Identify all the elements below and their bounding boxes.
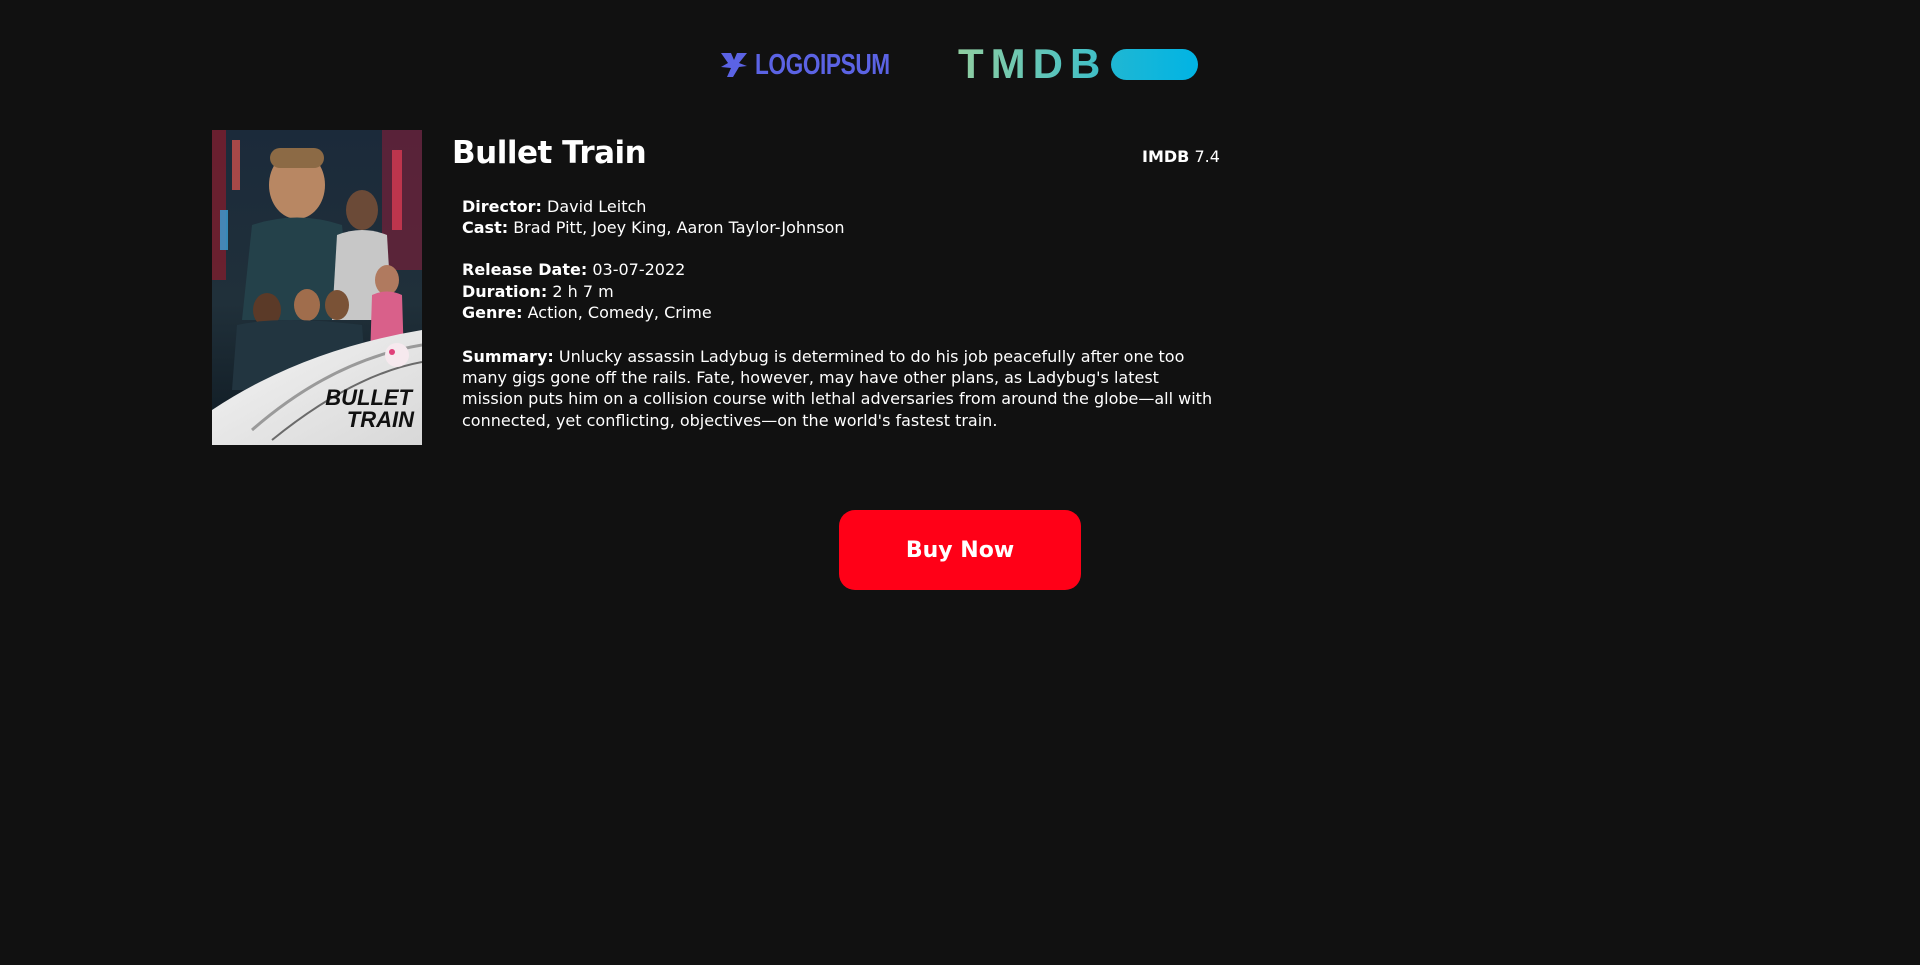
genre-row: Genre: Action, Comedy, Crime [462,302,1222,323]
release-date-row: Release Date: 03-07-2022 [462,259,1222,280]
genre-label: Genre: [462,302,523,322]
imdb-rating: IMDB 7.4 [1142,147,1220,166]
movie-card: BULLET TRAIN Bullet Train IMDB 7.4 Direc… [212,130,1220,446]
tmdb-wordmark: TMDB [958,40,1108,87]
summary-value: Unlucky assassin Ladybug is determined t… [462,347,1213,430]
movie-poster: BULLET TRAIN [212,130,422,445]
movie-title: Bullet Train [452,135,647,171]
movie-details: Director: David Leitch Cast: Brad Pitt, … [462,196,1222,431]
tmdb-logo[interactable]: TMDB [958,40,1199,87]
duration-row: Duration: 2 h 7 m [462,281,1222,302]
release-date-value: 03-07-2022 [592,260,686,280]
genre-value: Action, Comedy, Crime [527,302,712,322]
logoipsum-mark-icon [719,50,749,80]
summary-label: Summary: [462,347,554,367]
imdb-rating-value: 7.4 [1194,147,1220,166]
poster-title-line-2: TRAIN [347,407,415,432]
cast-value: Brad Pitt, Joey King, Aaron Taylor-Johns… [513,218,845,238]
cast-label: Cast: [462,218,509,238]
logoipsum-logo[interactable]: LOGOIPSUM [719,48,928,82]
director-value: David Leitch [547,197,647,216]
summary-row: Summary: Unlucky assassin Ladybug is det… [462,346,1222,431]
logoipsum-wordmark: LOGOIPSUM [755,48,890,81]
tmdb-pill-icon [1111,48,1199,80]
duration-label: Duration: [462,281,548,301]
release-date-label: Release Date: [462,260,588,280]
cast-row: Cast: Brad Pitt, Joey King, Aaron Taylor… [462,217,1222,238]
director-row: Director: David Leitch [462,196,1222,217]
director-label: Director: [462,197,542,216]
buy-now-button[interactable]: Buy Now [839,510,1081,590]
duration-value: 2 h 7 m [552,281,614,301]
imdb-rating-label: IMDB [1142,147,1190,166]
header: LOGOIPSUM TMDB [0,40,1920,87]
